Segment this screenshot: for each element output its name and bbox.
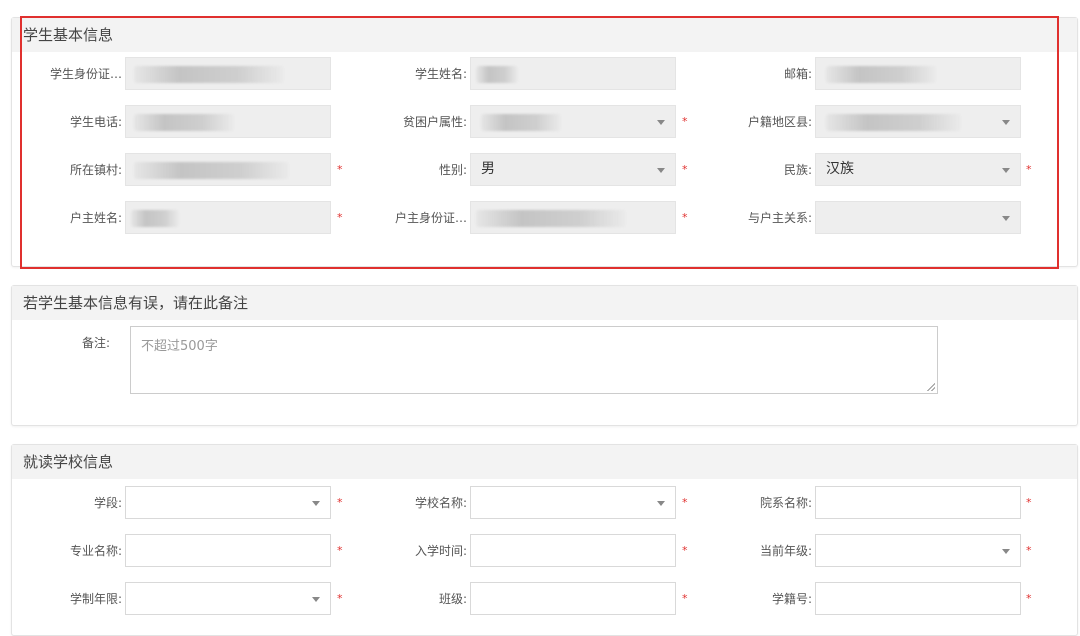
householder-name-field[interactable] bbox=[125, 201, 331, 234]
student-name-label: 学生姓名: bbox=[414, 67, 467, 81]
remark-title: 若学生基本信息有误，请在此备注 bbox=[12, 286, 1077, 320]
required-mark: * bbox=[1026, 592, 1032, 605]
grade-select[interactable] bbox=[815, 534, 1021, 567]
phone-field[interactable] bbox=[125, 105, 331, 138]
email-field[interactable] bbox=[815, 57, 1021, 90]
basic-info-title: 学生基本信息 bbox=[12, 18, 1077, 52]
remark-panel: 若学生基本信息有误，请在此备注 备注: 不超过500字 bbox=[11, 285, 1078, 426]
student-name-field[interactable] bbox=[470, 57, 676, 90]
redacted-value bbox=[134, 162, 289, 179]
required-mark: * bbox=[682, 592, 688, 605]
remark-textarea[interactable]: 不超过500字 bbox=[130, 326, 938, 394]
gender-label: 性别: bbox=[438, 163, 467, 177]
town-village-label: 所在镇村: bbox=[69, 163, 122, 177]
id-number-label: 学生身份证… bbox=[49, 67, 122, 81]
householder-id-field[interactable] bbox=[470, 201, 676, 234]
redacted-value bbox=[134, 66, 284, 83]
department-label: 院系名称: bbox=[759, 496, 812, 510]
required-mark: * bbox=[337, 592, 343, 605]
chevron-down-icon bbox=[657, 120, 665, 125]
class-field[interactable] bbox=[470, 582, 676, 615]
school-row-2: 专业名称: * 入学时间: * 当前年级: * bbox=[12, 534, 1077, 568]
ethnicity-value: 汉族 bbox=[826, 161, 854, 177]
school-info-title: 就读学校信息 bbox=[12, 445, 1077, 479]
grade-label: 当前年级: bbox=[759, 544, 812, 558]
household-region-label: 户籍地区县: bbox=[747, 115, 812, 129]
required-mark: * bbox=[337, 496, 343, 509]
student-no-label: 学籍号: bbox=[771, 592, 812, 606]
chevron-down-icon bbox=[1002, 549, 1010, 554]
phone-label: 学生电话: bbox=[69, 115, 122, 129]
householder-name-label: 户主姓名: bbox=[69, 211, 122, 225]
chevron-down-icon bbox=[657, 168, 665, 173]
required-mark: * bbox=[682, 544, 688, 557]
school-name-label: 学校名称: bbox=[414, 496, 467, 510]
basic-row-3: 所在镇村: * 性别: 男 * 民族: 汉族 * bbox=[12, 153, 1077, 187]
basic-row-2: 学生电话: 贫困户属性: * 户籍地区县: bbox=[12, 105, 1077, 139]
school-row-1: 学段: * 学校名称: * 院系名称: * bbox=[12, 486, 1077, 520]
chevron-down-icon bbox=[1002, 216, 1010, 221]
redacted-value bbox=[476, 210, 626, 227]
relation-select[interactable] bbox=[815, 201, 1021, 234]
town-village-field[interactable] bbox=[125, 153, 331, 186]
enroll-time-label: 入学时间: bbox=[414, 544, 467, 558]
enroll-time-field[interactable] bbox=[470, 534, 676, 567]
major-field[interactable] bbox=[125, 534, 331, 567]
chevron-down-icon bbox=[1002, 120, 1010, 125]
poverty-attr-select[interactable] bbox=[470, 105, 676, 138]
chevron-down-icon bbox=[312, 501, 320, 506]
gender-value: 男 bbox=[481, 161, 495, 177]
redacted-value bbox=[131, 210, 179, 227]
required-mark: * bbox=[682, 163, 688, 176]
basic-info-panel: 学生基本信息 学生身份证… 学生姓名: 邮箱: 学生电话: 贫困户属性: * 户… bbox=[11, 17, 1078, 267]
chevron-down-icon bbox=[657, 501, 665, 506]
class-label: 班级: bbox=[438, 592, 467, 606]
redacted-value bbox=[826, 114, 961, 131]
remark-label: 备注: bbox=[82, 336, 111, 350]
required-mark: * bbox=[1026, 544, 1032, 557]
major-label: 专业名称: bbox=[69, 544, 122, 558]
stage-label: 学段: bbox=[93, 496, 122, 510]
required-mark: * bbox=[1026, 496, 1032, 509]
ethnicity-label: 民族: bbox=[783, 163, 812, 177]
redacted-value bbox=[476, 66, 518, 83]
school-info-panel: 就读学校信息 学段: * 学校名称: * 院系名称: * 专业名称: * 入学时… bbox=[11, 444, 1078, 636]
poverty-attr-label: 贫困户属性: bbox=[402, 115, 467, 129]
duration-select[interactable] bbox=[125, 582, 331, 615]
householder-id-label: 户主身份证… bbox=[394, 211, 467, 225]
chevron-down-icon bbox=[312, 597, 320, 602]
basic-row-4: 户主姓名: * 户主身份证… * 与户主关系: bbox=[12, 201, 1077, 235]
relation-label: 与户主关系: bbox=[747, 211, 812, 225]
department-field[interactable] bbox=[815, 486, 1021, 519]
redacted-value bbox=[826, 66, 936, 83]
remark-placeholder: 不超过500字 bbox=[141, 339, 218, 354]
ethnicity-select[interactable]: 汉族 bbox=[815, 153, 1021, 186]
resize-grip-icon[interactable] bbox=[927, 383, 935, 391]
gender-select[interactable]: 男 bbox=[470, 153, 676, 186]
required-mark: * bbox=[337, 544, 343, 557]
redacted-value bbox=[134, 114, 234, 131]
required-mark: * bbox=[337, 211, 343, 224]
email-label: 邮箱: bbox=[783, 67, 812, 81]
stage-select[interactable] bbox=[125, 486, 331, 519]
chevron-down-icon bbox=[1002, 168, 1010, 173]
duration-label: 学制年限: bbox=[69, 592, 122, 606]
id-number-field[interactable] bbox=[125, 57, 331, 90]
school-name-select[interactable] bbox=[470, 486, 676, 519]
required-mark: * bbox=[682, 211, 688, 224]
required-mark: * bbox=[682, 115, 688, 128]
school-row-3: 学制年限: * 班级: * 学籍号: * bbox=[12, 582, 1077, 616]
required-mark: * bbox=[1026, 163, 1032, 176]
student-no-field[interactable] bbox=[815, 582, 1021, 615]
household-region-select[interactable] bbox=[815, 105, 1021, 138]
basic-row-1: 学生身份证… 学生姓名: 邮箱: bbox=[12, 57, 1077, 91]
redacted-value bbox=[481, 114, 561, 131]
required-mark: * bbox=[337, 163, 343, 176]
required-mark: * bbox=[682, 496, 688, 509]
